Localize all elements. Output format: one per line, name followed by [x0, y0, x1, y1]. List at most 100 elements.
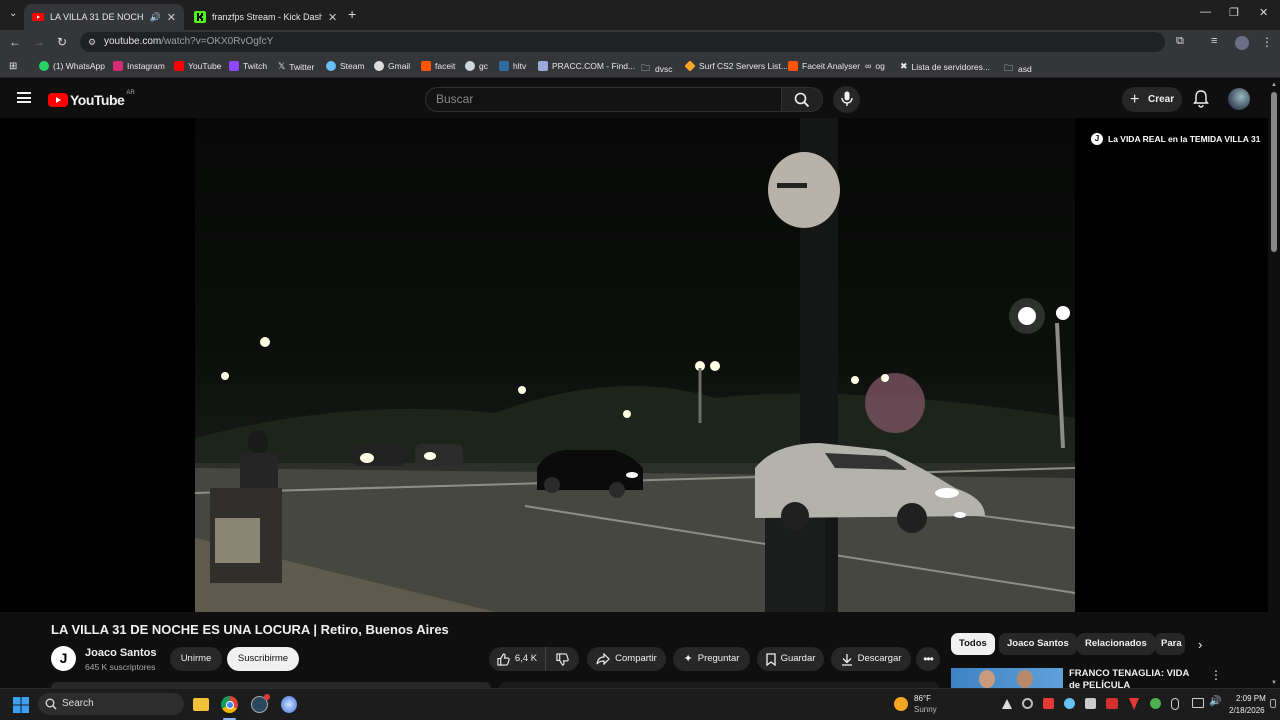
faceit-analyser-icon [788, 61, 798, 71]
file-explorer-icon[interactable] [193, 698, 209, 711]
x-logo-icon: 𝕏 [278, 61, 286, 71]
recommendation-title[interactable]: FRANCO TENAGLIA: VIDA de PELÍCULA [1069, 668, 1197, 688]
tray-steam-icon[interactable] [1064, 698, 1075, 709]
dislike-button[interactable] [545, 647, 579, 671]
bookmark-twitch[interactable]: Twitch [229, 61, 267, 71]
youtube-logo-icon [48, 93, 68, 107]
speaker-icon[interactable]: 🔊 [150, 12, 161, 23]
tray-icon-8[interactable] [1150, 698, 1161, 709]
kick-favicon-icon [194, 11, 206, 23]
channel-name[interactable]: Joaco Santos [85, 647, 157, 659]
close-tab-icon[interactable]: ✕ [328, 11, 337, 24]
steam-taskbar-icon[interactable] [251, 694, 270, 713]
google-icon [374, 61, 384, 71]
tray-icon-6[interactable] [1106, 698, 1118, 709]
chip-related[interactable]: Relacionados [1077, 633, 1155, 655]
join-button[interactable]: Unirme [170, 647, 222, 671]
video-scene [195, 118, 1075, 612]
tab-youtube-video[interactable]: LA VILLA 31 DE NOCHE ES UNA LOCURA 🔊 ✕ [24, 4, 184, 30]
notifications-bell-icon[interactable] [1193, 90, 1209, 108]
minimize-icon[interactable]: — [1200, 6, 1211, 18]
scrollbar-thumb[interactable] [1271, 92, 1277, 252]
new-tab-icon[interactable]: + [348, 6, 356, 22]
clock-time[interactable]: 2:09 PM [1236, 694, 1266, 703]
tray-icon-3[interactable] [1043, 698, 1054, 709]
close-window-icon[interactable]: ✕ [1259, 6, 1268, 19]
subscribe-button[interactable]: Suscribirme [227, 647, 299, 671]
tray-icon-5[interactable] [1085, 698, 1096, 709]
youtube-logo[interactable]: YouTube AR [48, 90, 135, 108]
clock-date[interactable]: 2/18/2026 [1229, 706, 1265, 715]
bookmark-faceit[interactable]: faceit [421, 61, 455, 71]
bookmark-youtube[interactable]: YouTube [174, 61, 221, 71]
hamburger-menu-icon[interactable] [17, 92, 31, 103]
tray-icon-1[interactable] [1002, 699, 1012, 709]
reload-icon[interactable]: ↻ [57, 35, 67, 49]
site-info-icon[interactable]: ⚙ [88, 32, 96, 52]
bookmark-hltv[interactable]: hltv [499, 61, 526, 71]
volume-icon[interactable]: 🔊 [1209, 696, 1221, 707]
tray-icon-9[interactable] [1171, 698, 1179, 710]
app-taskbar-icon[interactable] [281, 696, 297, 713]
chip-todos[interactable]: Todos [951, 633, 995, 655]
video-frame[interactable] [195, 118, 1075, 612]
channel-avatar[interactable]: J [51, 646, 76, 671]
recommendation-menu-icon[interactable]: ⋮ [1210, 668, 1222, 682]
bookmark-instagram[interactable]: Instagram [113, 61, 165, 71]
bookmark-folder-dvsc[interactable]: 🗀 dvsc [641, 61, 673, 77]
search-button[interactable] [781, 87, 823, 112]
bookmark-faceit-analyser[interactable]: Faceit Analyser [788, 61, 860, 71]
forward-icon[interactable]: → [33, 35, 45, 49]
chrome-taskbar-icon[interactable] [221, 696, 238, 713]
tab-search-chevron-icon[interactable]: ⌄ [9, 8, 17, 19]
scroll-up-icon[interactable]: ▲ [1271, 82, 1277, 88]
search-input[interactable]: Buscar [425, 87, 782, 112]
more-actions-button[interactable]: ••• [916, 647, 940, 671]
extensions-icon[interactable]: ⧉ [1176, 35, 1184, 48]
bookmark-steam[interactable]: Steam [326, 61, 365, 71]
weather-desc: Sunny [914, 705, 937, 714]
bookmark-surf-cs2[interactable]: Surf CS2 Servers List... [684, 60, 788, 72]
save-button[interactable]: Guardar [757, 647, 824, 671]
bookmark-og[interactable]: ∞ og [865, 61, 885, 71]
restore-icon[interactable]: ❐ [1229, 6, 1239, 19]
reading-list-icon[interactable]: ≡ [1211, 35, 1217, 47]
share-button[interactable]: Compartir [587, 647, 666, 671]
pracc-icon [538, 61, 548, 71]
voice-search-button[interactable] [833, 86, 860, 113]
taskbar-search[interactable]: Search [38, 693, 184, 715]
player-channel-header[interactable]: J La VIDA REAL en la TEMIDA VILLA 31 ✕ [1091, 133, 1279, 145]
tab-kick-dashboard[interactable]: franzfps Stream - Kick Dashboard ✕ [186, 4, 346, 30]
chip-for-you[interactable]: Para [1155, 633, 1185, 655]
apps-grid-icon[interactable]: ⊞ [9, 61, 17, 72]
profile-avatar[interactable] [1235, 36, 1249, 50]
network-icon[interactable] [1192, 698, 1204, 708]
bookmark-twitter[interactable]: 𝕏 Twitter [278, 61, 314, 72]
bookmark-lista-servidores[interactable]: ✖ Lista de servidores... [900, 61, 990, 72]
ask-button[interactable]: ✦ Preguntar [673, 647, 750, 671]
scroll-down-icon[interactable]: ▼ [1271, 680, 1277, 686]
back-icon[interactable]: ← [9, 35, 21, 49]
bookmark-gmail[interactable]: Gmail [374, 61, 410, 71]
bookmark-whatsapp[interactable]: (1) WhatsApp [39, 61, 105, 71]
notification-icon[interactable] [1270, 699, 1276, 708]
tray-icon-7[interactable] [1129, 698, 1139, 710]
chip-channel[interactable]: Joaco Santos [999, 633, 1077, 655]
video-player[interactable] [0, 118, 1268, 612]
create-button[interactable]: + Crear [1122, 87, 1182, 112]
download-button[interactable]: Descargar [831, 647, 911, 671]
windows-start-icon[interactable] [13, 697, 29, 713]
bookmark-pracc[interactable]: PRACC.COM - Find... [538, 61, 635, 71]
like-button[interactable]: 6,4 K [489, 647, 545, 671]
steam-icon [326, 61, 336, 71]
tray-icon-2[interactable] [1022, 698, 1033, 709]
bookmark-folder-asd[interactable]: 🗀 asd [1004, 61, 1032, 77]
account-avatar[interactable] [1228, 88, 1250, 110]
menu-kebab-icon[interactable]: ⋮ [1261, 35, 1273, 49]
close-tab-icon[interactable]: ✕ [167, 11, 176, 24]
address-bar[interactable]: ⚙ youtube.com/watch?v=OKX0RvOgfcY [80, 32, 1165, 52]
recommendation-thumbnail[interactable] [951, 668, 1063, 688]
chevron-right-icon[interactable]: › [1198, 637, 1202, 652]
weather-sun-icon[interactable] [894, 697, 908, 711]
bookmark-gc[interactable]: gc [465, 61, 488, 71]
